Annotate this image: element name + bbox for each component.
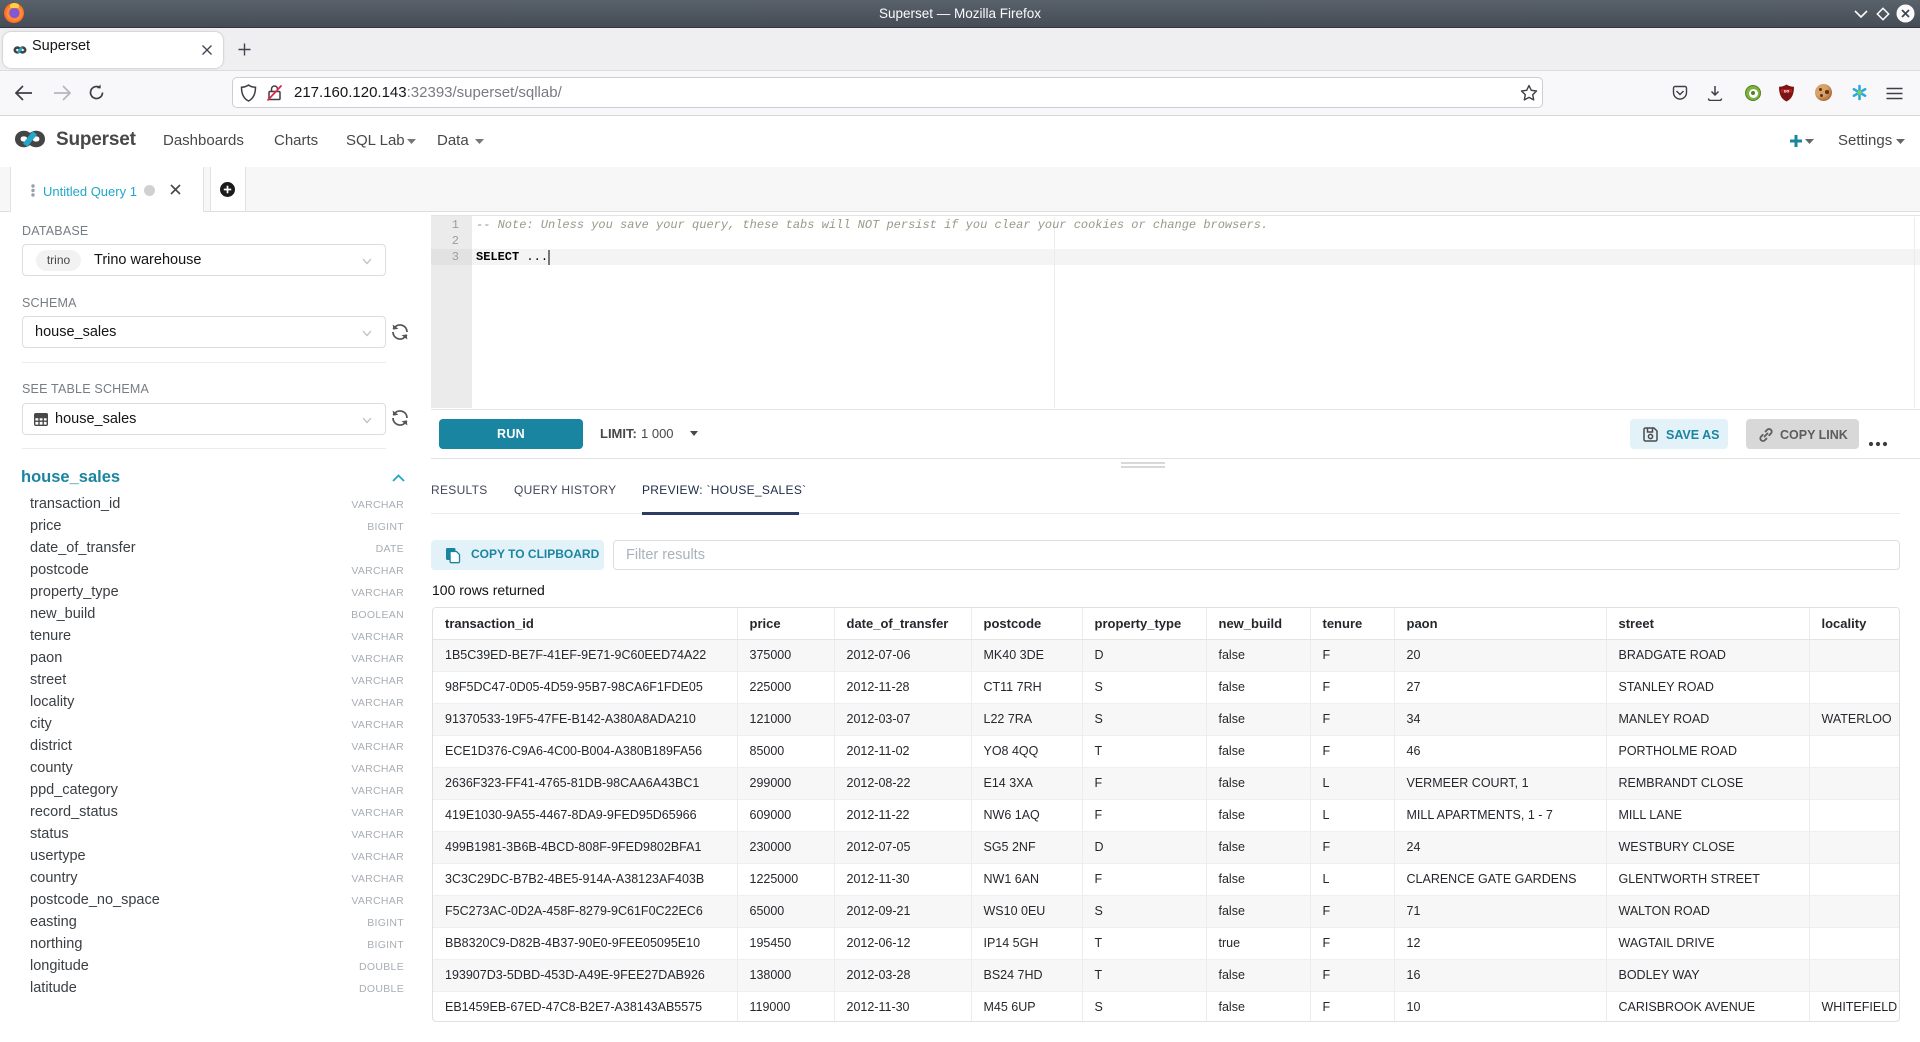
svg-text:uo: uo xyxy=(1784,88,1790,93)
